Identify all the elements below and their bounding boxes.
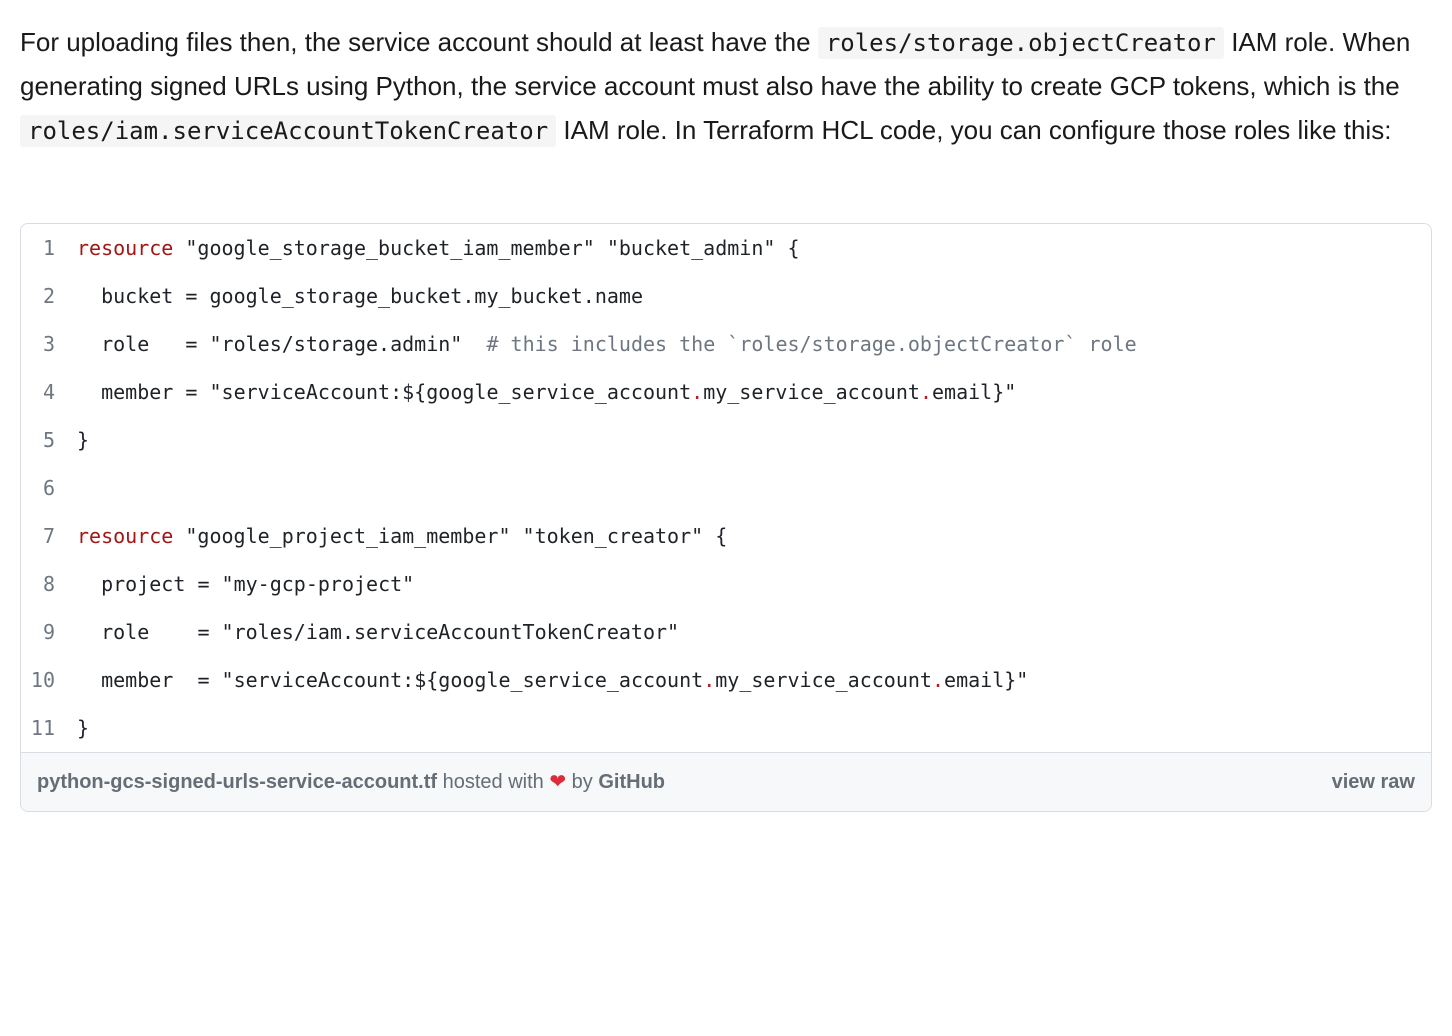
heart-icon: ❤ xyxy=(549,771,566,793)
code-line: role = "roles/iam.serviceAccountTokenCre… xyxy=(69,608,1431,656)
code-row: 6 xyxy=(21,464,1431,512)
gist-footer: python-gcs-signed-urls-service-account.t… xyxy=(21,752,1431,811)
code-line: bucket = google_storage_bucket.my_bucket… xyxy=(69,272,1431,320)
code-row: 5} xyxy=(21,416,1431,464)
line-number[interactable]: 4 xyxy=(21,368,69,416)
gist-by-text: by xyxy=(566,771,598,793)
gist-embed: 1resource "google_storage_bucket_iam_mem… xyxy=(20,223,1432,812)
code-line: member = "serviceAccount:${google_servic… xyxy=(69,368,1431,416)
code-row: 4 member = "serviceAccount:${google_serv… xyxy=(21,368,1431,416)
line-number[interactable]: 3 xyxy=(21,320,69,368)
code-row: 7resource "google_project_iam_member" "t… xyxy=(21,512,1431,560)
inline-code: roles/storage.objectCreator xyxy=(818,27,1224,59)
gist-filename-link[interactable]: python-gcs-signed-urls-service-account.t… xyxy=(37,771,437,793)
code-line: resource "google_storage_bucket_iam_memb… xyxy=(69,224,1431,272)
code-line: resource "google_project_iam_member" "to… xyxy=(69,512,1431,560)
gist-hosted-with-text: hosted with xyxy=(437,771,549,793)
line-number[interactable]: 5 xyxy=(21,416,69,464)
code-line: role = "roles/storage.admin" # this incl… xyxy=(69,320,1431,368)
line-number[interactable]: 7 xyxy=(21,512,69,560)
code-row: 9 role = "roles/iam.serviceAccountTokenC… xyxy=(21,608,1431,656)
line-number[interactable]: 6 xyxy=(21,464,69,512)
line-number[interactable]: 2 xyxy=(21,272,69,320)
line-number[interactable]: 1 xyxy=(21,224,69,272)
code-row: 3 role = "roles/storage.admin" # this in… xyxy=(21,320,1431,368)
code-row: 10 member = "serviceAccount:${google_ser… xyxy=(21,656,1431,704)
code-line: } xyxy=(69,416,1431,464)
gist-footer-left: python-gcs-signed-urls-service-account.t… xyxy=(37,765,665,799)
prose-paragraph: For uploading files then, the service ac… xyxy=(20,20,1432,153)
view-raw-link[interactable]: view raw xyxy=(1332,765,1415,799)
code-line: project = "my-gcp-project" xyxy=(69,560,1431,608)
prose-block: For uploading files then, the service ac… xyxy=(20,20,1432,153)
code-row: 2 bucket = google_storage_bucket.my_buck… xyxy=(21,272,1431,320)
code-line xyxy=(69,464,1431,512)
line-number[interactable]: 9 xyxy=(21,608,69,656)
code-row: 11} xyxy=(21,704,1431,752)
code-row: 8 project = "my-gcp-project" xyxy=(21,560,1431,608)
code-row: 1resource "google_storage_bucket_iam_mem… xyxy=(21,224,1431,272)
code-line: member = "serviceAccount:${google_servic… xyxy=(69,656,1431,704)
code-table: 1resource "google_storage_bucket_iam_mem… xyxy=(21,224,1431,752)
line-number[interactable]: 8 xyxy=(21,560,69,608)
line-number[interactable]: 11 xyxy=(21,704,69,752)
line-number[interactable]: 10 xyxy=(21,656,69,704)
github-link[interactable]: GitHub xyxy=(598,771,665,793)
inline-code: roles/iam.serviceAccountTokenCreator xyxy=(20,115,556,147)
code-line: } xyxy=(69,704,1431,752)
